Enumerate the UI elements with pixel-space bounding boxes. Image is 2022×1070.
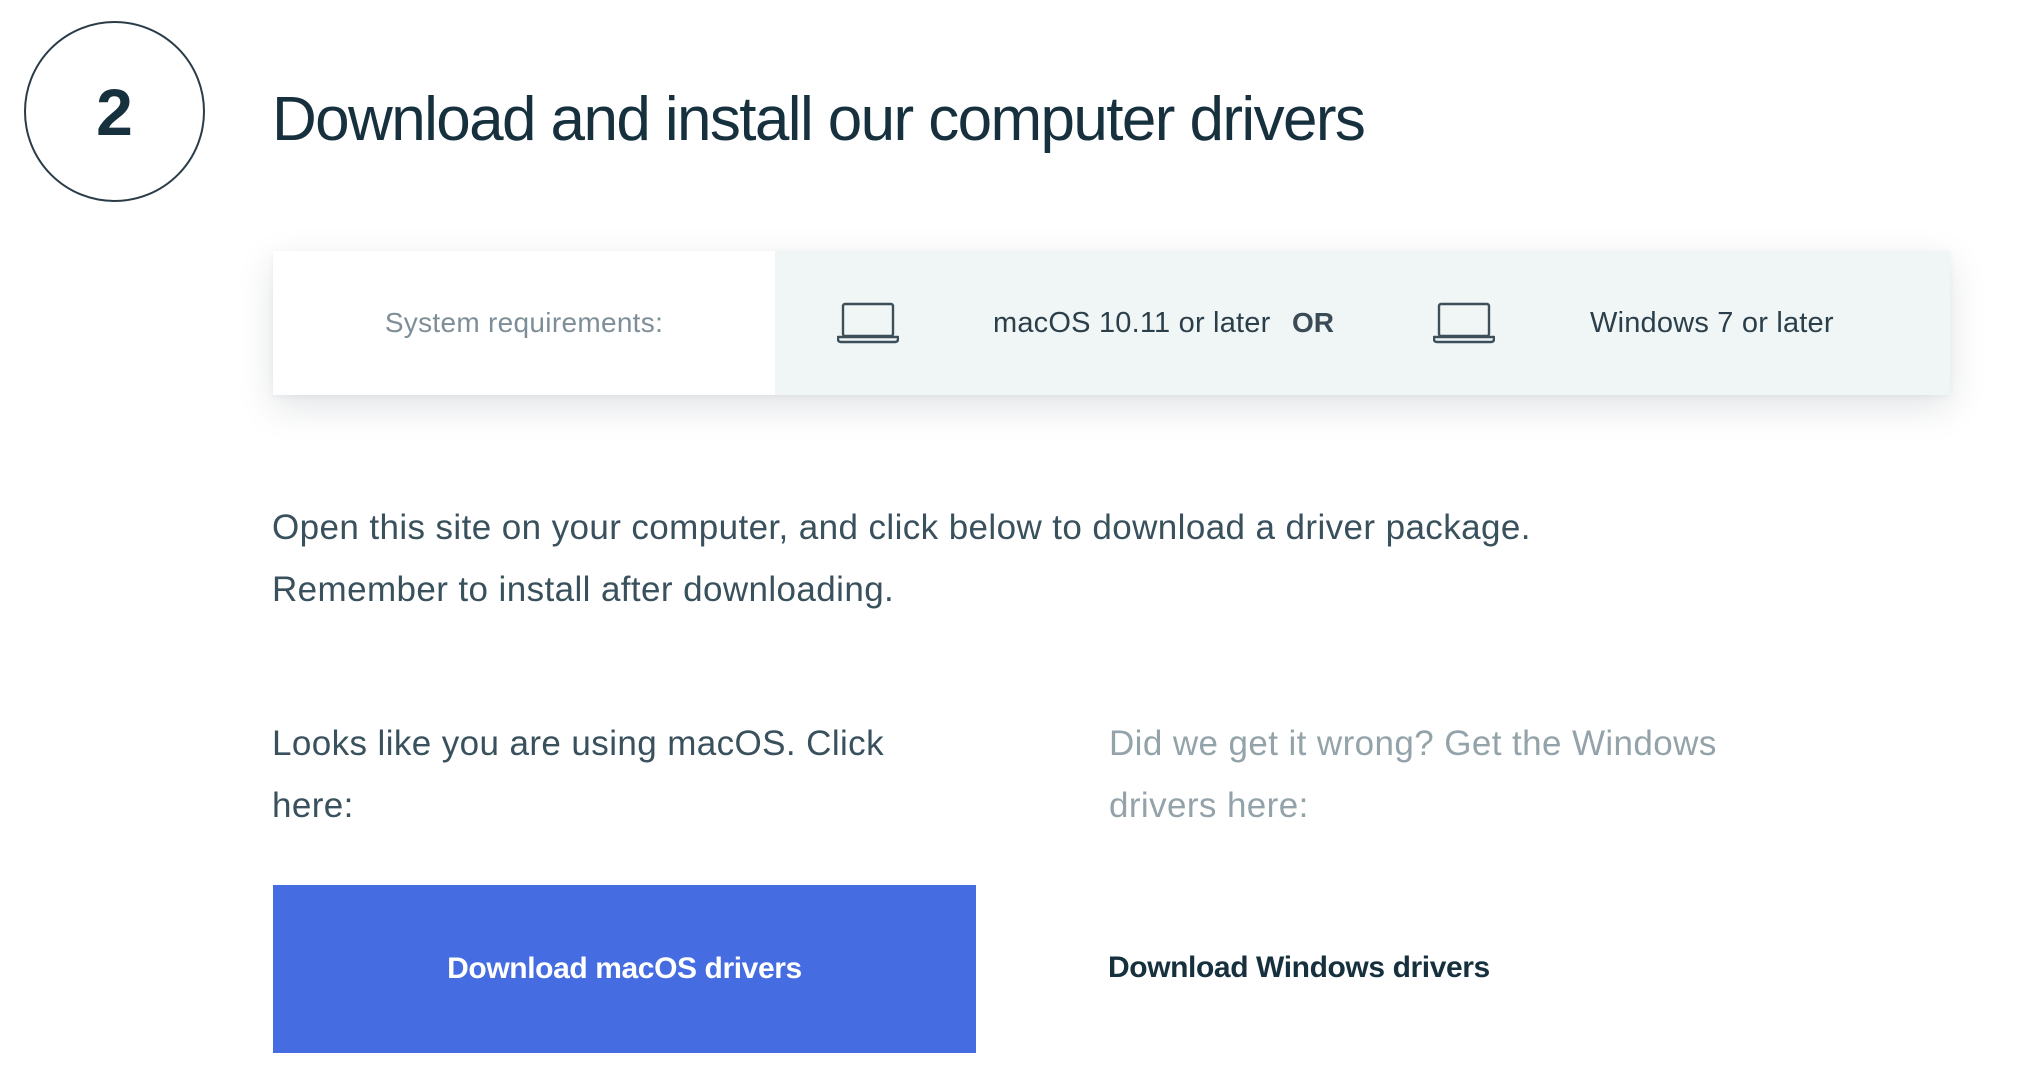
windows-requirement: Windows 7 or later	[1590, 307, 1834, 339]
laptop-icon	[1433, 302, 1495, 344]
step-number-badge: 2	[24, 21, 205, 202]
step-number: 2	[96, 74, 133, 149]
download-windows-link[interactable]: Download Windows drivers	[1108, 948, 1490, 988]
or-separator: OR	[1292, 307, 1334, 338]
requirements-options: macOS 10.11 or later OR Windows 7 or lat…	[775, 251, 1950, 395]
page-title: Download and install our computer driver…	[272, 85, 1366, 154]
instructions-line-2: Remember to install after downloading.	[272, 570, 895, 609]
requirements-label: System requirements:	[384, 307, 664, 338]
download-macos-button[interactable]: Download macOS drivers	[273, 885, 976, 1053]
macos-requirement: macOS 10.11 or later	[993, 307, 1271, 339]
alternative-os-message: Did we get it wrong? Get the Windows dri…	[1109, 724, 1717, 825]
detected-os-message: Looks like you are using macOS. Click he…	[272, 724, 884, 825]
laptop-icon	[837, 302, 899, 344]
system-requirements-card: System requirements: macOS 10.11 or late…	[273, 251, 1950, 395]
instructions-line-1: Open this site on your computer, and cli…	[272, 508, 1531, 547]
instructions-text: Open this site on your computer, and cli…	[272, 497, 1772, 621]
requirements-label-box: System requirements:	[273, 251, 775, 395]
